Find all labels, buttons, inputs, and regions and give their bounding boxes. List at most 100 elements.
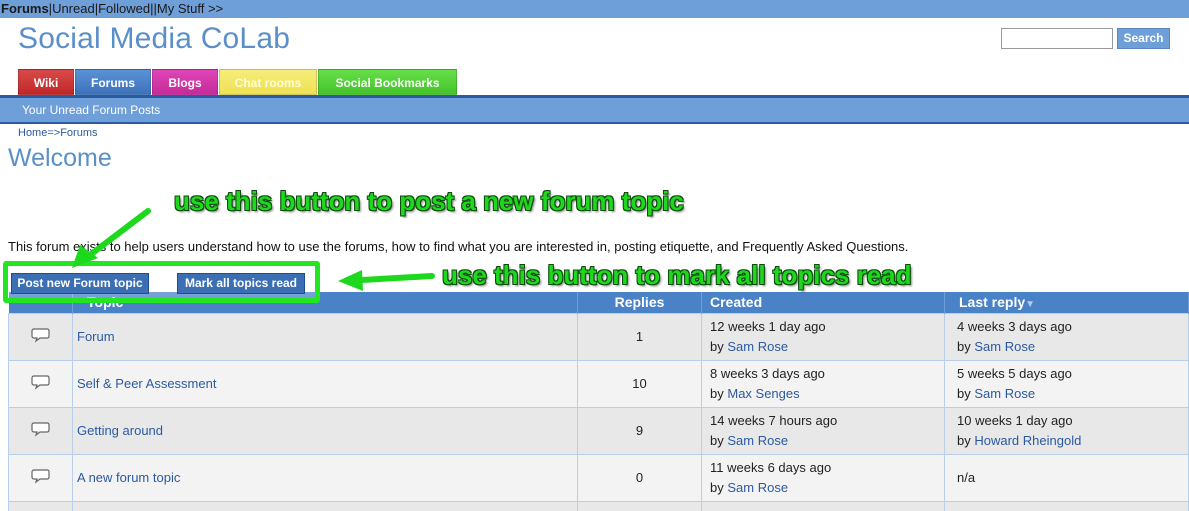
created-by: by Max Senges xyxy=(710,384,940,404)
icon-cell xyxy=(8,500,73,511)
table-row: Forum 1 12 weeks 1 day ago by Sam Rose 4… xyxy=(8,312,1189,361)
subnav-unread-posts-link[interactable]: Your Unread Forum Posts xyxy=(22,103,160,117)
header-replies[interactable]: Replies xyxy=(577,292,702,313)
user-link[interactable]: Max Senges xyxy=(727,386,799,401)
subnav-bar: Your Unread Forum Posts xyxy=(0,98,1189,122)
last-reply-cell: 4 weeks 3 days ago by Sam Rose xyxy=(944,312,1189,361)
icon-cell xyxy=(8,453,73,502)
breadcrumb-home-link[interactable]: Home xyxy=(18,127,47,139)
topic-link[interactable]: Getting around xyxy=(77,423,163,438)
replies-count: 0 xyxy=(577,453,702,502)
topic-link[interactable]: Self & Peer Assessment xyxy=(77,376,216,391)
created-time: 11 weeks 6 days ago xyxy=(710,459,832,475)
by-label: by xyxy=(710,385,724,401)
header-created[interactable]: Created xyxy=(701,292,945,313)
table-row xyxy=(8,500,1189,511)
last-reply-cell xyxy=(944,500,1189,511)
topnav-unread-link[interactable]: Unread xyxy=(52,1,95,16)
by-label: by xyxy=(957,385,971,401)
user-link[interactable]: Sam Rose xyxy=(974,339,1035,354)
topic-cell: Self & Peer Assessment xyxy=(72,359,578,408)
replies-count: 1 xyxy=(577,312,702,361)
tab-forums[interactable]: Forums xyxy=(75,69,151,95)
icon-cell xyxy=(8,359,73,408)
topnav-forums-link[interactable]: Forums xyxy=(1,1,49,16)
mark-all-read-button[interactable]: Mark all topics read xyxy=(177,273,305,294)
by-label: by xyxy=(710,338,724,354)
last-reply-time: 5 weeks 5 days ago xyxy=(957,365,1072,381)
created-cell: 8 weeks 3 days ago by Max Senges xyxy=(701,359,945,408)
user-link[interactable]: Sam Rose xyxy=(727,433,788,448)
created-time: 12 weeks 1 day ago xyxy=(710,318,826,334)
tab-chat-rooms[interactable]: Chat rooms xyxy=(219,69,317,95)
annotation-mark-hint: use this button to mark all topics read xyxy=(442,260,912,290)
last-reply-time: 10 weeks 1 day ago xyxy=(957,412,1073,428)
nav-divider xyxy=(0,122,1189,124)
main-tabs: Wiki Forums Blogs Chat rooms Social Book… xyxy=(18,69,458,95)
user-link[interactable]: Sam Rose xyxy=(974,386,1035,401)
forum-description: This forum exists to help users understa… xyxy=(8,239,909,254)
topic-cell: Forum xyxy=(72,312,578,361)
topic-link[interactable]: A new forum topic xyxy=(77,470,180,485)
last-reply-cell: 10 weeks 1 day ago by Howard Rheingold xyxy=(944,406,1189,455)
topic-link[interactable]: Forum xyxy=(77,329,115,344)
created-cell: 11 weeks 6 days ago by Sam Rose xyxy=(701,453,945,502)
header-last-reply-label: Last reply xyxy=(959,294,1026,311)
last-reply-cell: 5 weeks 5 days ago by Sam Rose xyxy=(944,359,1189,408)
created-by: by Sam Rose xyxy=(710,478,940,498)
search-input[interactable] xyxy=(1001,28,1113,49)
page-title: Welcome xyxy=(8,144,112,172)
tab-blogs[interactable]: Blogs xyxy=(152,69,218,95)
speech-bubble-icon xyxy=(30,328,50,343)
topnav-followed-link[interactable]: Followed xyxy=(98,1,150,16)
speech-bubble-icon xyxy=(30,422,50,437)
created-cell xyxy=(701,500,945,511)
icon-cell xyxy=(8,406,73,455)
table-row: A new forum topic 0 11 weeks 6 days ago … xyxy=(8,453,1189,502)
topic-cell xyxy=(72,500,578,511)
user-link[interactable]: Sam Rose xyxy=(727,339,788,354)
table-row: Getting around 9 14 weeks 7 hours ago by… xyxy=(8,406,1189,455)
last-reply-by: by Sam Rose xyxy=(957,337,1184,357)
header-last-reply[interactable]: Last reply▼ xyxy=(944,292,1189,313)
last-reply-by: by Howard Rheingold xyxy=(957,431,1184,451)
created-by: by Sam Rose xyxy=(710,337,940,357)
topic-cell: Getting around xyxy=(72,406,578,455)
speech-bubble-icon xyxy=(30,375,50,390)
by-label: by xyxy=(710,479,724,495)
by-label: by xyxy=(957,432,971,448)
replies-count: 9 xyxy=(577,406,702,455)
replies-count xyxy=(577,500,702,511)
icon-cell xyxy=(8,312,73,361)
user-link[interactable]: Howard Rheingold xyxy=(974,433,1081,448)
tab-wiki[interactable]: Wiki xyxy=(18,69,74,95)
replies-count: 10 xyxy=(577,359,702,408)
post-new-topic-button[interactable]: Post new Forum topic xyxy=(11,273,149,294)
created-cell: 12 weeks 1 day ago by Sam Rose xyxy=(701,312,945,361)
table-row: Self & Peer Assessment 10 8 weeks 3 days… xyxy=(8,359,1189,408)
created-time: 14 weeks 7 hours ago xyxy=(710,412,838,428)
sort-down-icon: ▼ xyxy=(1025,299,1036,311)
breadcrumb-separator: => xyxy=(47,127,61,139)
breadcrumb-forums-link[interactable]: Forums xyxy=(60,127,97,139)
topic-cell: A new forum topic xyxy=(72,453,578,502)
last-reply-time: n/a xyxy=(957,469,976,485)
speech-bubble-icon xyxy=(30,469,50,484)
green-arrow-icon xyxy=(338,270,435,291)
annotation-post-hint: use this button to post a new forum topi… xyxy=(174,186,684,216)
breadcrumb: Home=>Forums xyxy=(18,127,97,139)
tab-social-bookmarks[interactable]: Social Bookmarks xyxy=(318,69,457,95)
last-reply-time: 4 weeks 3 days ago xyxy=(957,318,1072,334)
created-time: 8 weeks 3 days ago xyxy=(710,365,825,381)
search-button[interactable]: Search xyxy=(1117,28,1170,49)
by-label: by xyxy=(710,432,724,448)
forum-topics-table: Topic Replies Created Last reply▼ Forum … xyxy=(8,292,1189,511)
by-label: by xyxy=(957,338,971,354)
created-cell: 14 weeks 7 hours ago by Sam Rose xyxy=(701,406,945,455)
site-title[interactable]: Social Media CoLab xyxy=(18,22,290,56)
topnav-my-stuff-link[interactable]: My Stuff >> xyxy=(157,1,223,16)
created-by: by Sam Rose xyxy=(710,431,940,451)
last-reply-cell: n/a xyxy=(944,453,1189,502)
last-reply-by: by Sam Rose xyxy=(957,384,1184,404)
user-link[interactable]: Sam Rose xyxy=(727,480,788,495)
